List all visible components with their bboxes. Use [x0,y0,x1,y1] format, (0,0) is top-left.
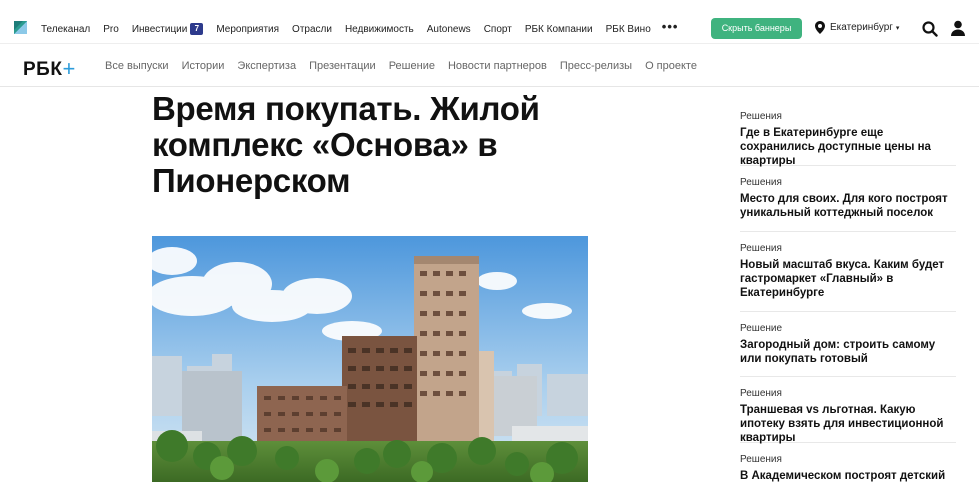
hide-banners-button[interactable]: Скрыть баннеры [711,18,802,39]
section-nav-item-stories[interactable]: Истории [182,60,225,72]
related-article-category: Решения [740,177,782,188]
top-nav-menu: Телеканал Pro Инвестиции 7 Мероприятия О… [41,20,679,35]
related-article[interactable]: Решения Траншевая vs льготная. Какую ипо… [740,377,956,445]
related-article-title[interactable]: Траншевая vs льготная. Какую ипотеку взя… [740,403,956,445]
section-nav-item-solution[interactable]: Решение [389,60,435,72]
related-article-category: Решения [740,111,782,122]
section-nav-menu: Все выпуски Истории Экспертиза Презентац… [105,60,710,72]
top-nav-item-investments-label: Инвестиции [131,23,188,35]
more-menu-button[interactable]: ••• [662,20,679,33]
related-article-category: Решение [740,323,783,334]
related-article[interactable]: Решение Загородный дом: строить самому и… [740,312,956,377]
related-article-category: Решения [740,388,782,399]
top-nav-item-industries[interactable]: Отрасли [292,24,332,35]
city-selector[interactable]: Екатеринбург ▾ [815,21,899,34]
top-nav-item-events[interactable]: Мероприятия [216,24,279,35]
rbc-plus-logo[interactable]: РБК+ [23,55,76,81]
related-articles-sidebar: Решения Где в Екатеринбурге еще сохранил… [740,111,956,493]
article-title: Время покупать. Жилой комплекс «Основа» … [152,90,540,199]
location-pin-icon [815,21,825,34]
section-nav-item-expertise[interactable]: Экспертиза [237,60,296,72]
section-nav-item-partner-news[interactable]: Новости партнеров [448,60,547,72]
related-article-category: Решения [740,243,782,254]
top-nav-item-wine[interactable]: РБК Вино [606,24,651,35]
search-icon[interactable] [922,21,938,37]
section-navigation-bar: РБК+ Все выпуски Истории Экспертиза През… [0,45,979,87]
top-nav-item-investments[interactable]: Инвестиции 7 [132,23,204,35]
section-nav-item-presentations[interactable]: Презентации [309,60,376,72]
top-nav-item-pro[interactable]: Pro [103,24,119,35]
related-article-title[interactable]: Новый масштаб вкуса. Каким будет гастром… [740,258,956,300]
related-article-title[interactable]: Где в Екатеринбурге еще сохранились дост… [740,126,956,168]
user-icon[interactable] [950,20,966,36]
related-article-title[interactable]: Загородный дом: строить самому или покуп… [740,338,956,366]
top-nav-item-tv[interactable]: Телеканал [41,24,90,35]
related-article-title[interactable]: Место для своих. Для кого построят уника… [740,192,956,220]
related-article[interactable]: Решения Где в Екатеринбурге еще сохранил… [740,111,956,168]
related-article[interactable]: Решения Новый масштаб вкуса. Каким будет… [740,232,956,312]
top-nav-item-sport[interactable]: Спорт [484,24,512,35]
chevron-down-icon: ▾ [895,24,900,32]
related-article[interactable]: Решения В Академическом построят детский [740,443,956,493]
related-article-title[interactable]: В Академическом построят детский [740,469,956,483]
top-nav-item-realty[interactable]: Недвижимость [345,24,414,35]
brand-text: РБК [23,59,63,80]
top-nav-item-companies[interactable]: РБК Компании [525,24,593,35]
rbc-logo-icon[interactable] [14,21,27,34]
section-nav-item-all-issues[interactable]: Все выпуски [105,60,169,72]
city-name: Екатеринбург [830,22,893,33]
top-navigation-bar: Телеканал Pro Инвестиции 7 Мероприятия О… [0,0,979,44]
related-article-category: Решения [740,454,782,465]
section-nav-item-about[interactable]: О проекте [645,60,697,72]
related-article[interactable]: Решения Место для своих. Для кого постро… [740,166,956,232]
investments-badge: 7 [190,23,204,35]
brand-plus: + [62,56,76,81]
article-hero-image [152,236,588,482]
top-nav-item-autonews[interactable]: Autonews [427,24,471,35]
section-nav-item-press-releases[interactable]: Пресс-релизы [560,60,632,72]
